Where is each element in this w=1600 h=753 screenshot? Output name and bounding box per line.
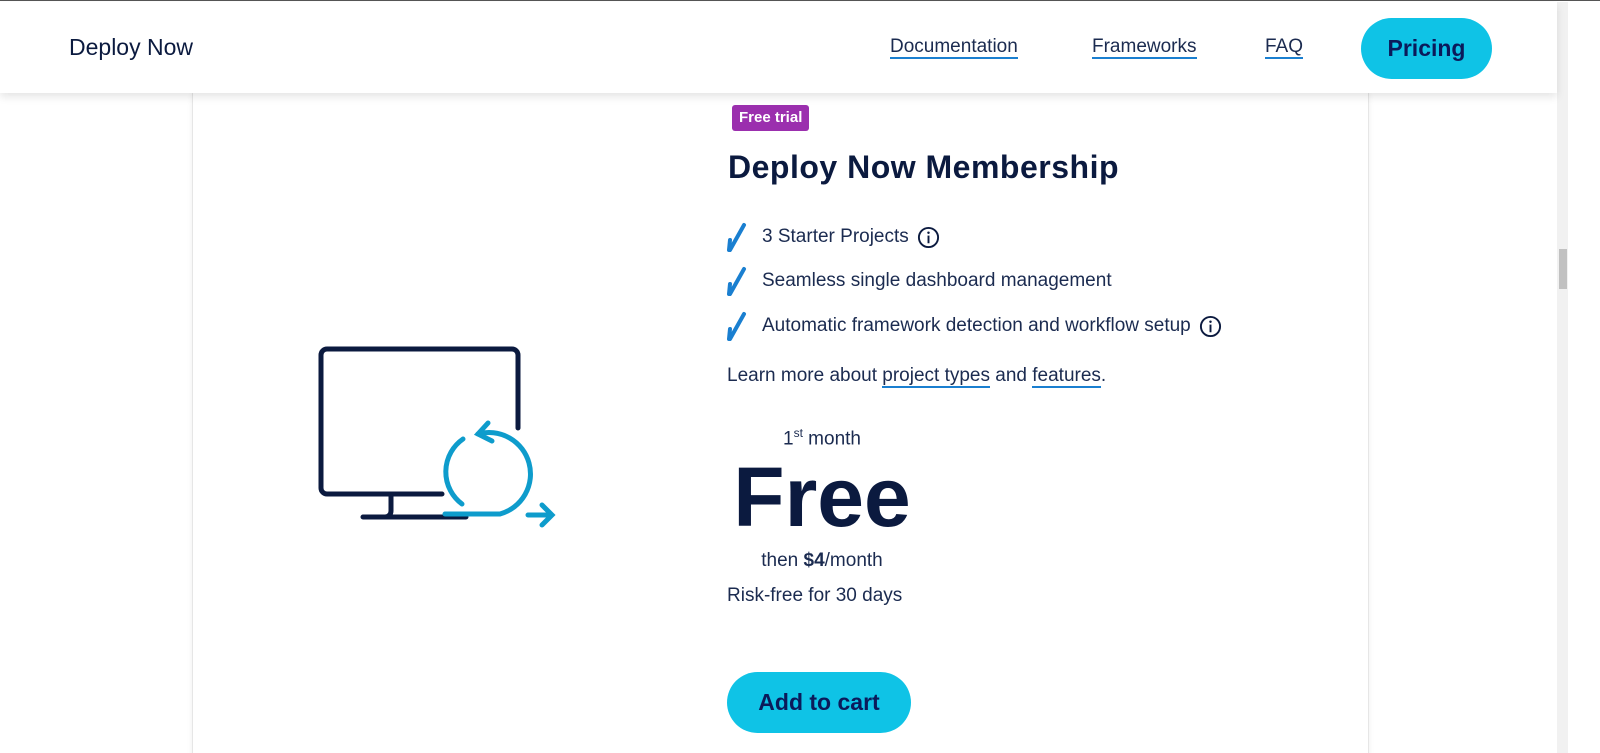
add-to-cart-button[interactable]: Add to cart <box>727 672 911 733</box>
pricing-button[interactable]: Pricing <box>1361 18 1492 79</box>
project-types-link[interactable]: project types <box>882 365 990 388</box>
learn-mid: and <box>990 365 1033 386</box>
learn-prefix: Learn more about <box>727 365 883 386</box>
price-period: 1st month <box>727 426 917 450</box>
monitor-deploy-illustration <box>318 346 556 528</box>
period-number: 1 <box>782 428 794 450</box>
feature-label: Seamless single dashboard management <box>762 270 1112 291</box>
price-amount: $4 <box>803 550 825 571</box>
site-header: Deploy Now Documentation Frameworks FAQ … <box>0 2 1557 93</box>
period-word: month <box>802 428 861 450</box>
price-per: /month <box>824 550 883 571</box>
risk-free-text: Risk-free for 30 days <box>727 585 903 606</box>
scrollbar-thumb[interactable] <box>1559 249 1567 289</box>
feature-item: 3 Starter Projects <box>727 222 940 252</box>
window-edge <box>1568 1 1600 753</box>
features-link[interactable]: features <box>1032 365 1101 388</box>
price-main: Free <box>733 450 911 544</box>
price-then: then $4/month <box>727 550 917 572</box>
info-icon[interactable] <box>1199 315 1222 338</box>
feature-item: Seamless single dashboard management <box>727 266 1112 296</box>
period-suffix: st <box>793 426 803 440</box>
check-icon <box>727 223 746 252</box>
check-icon <box>727 267 746 296</box>
info-icon[interactable] <box>917 226 940 249</box>
feature-label: Automatic framework detection and workfl… <box>762 315 1191 336</box>
nav-documentation[interactable]: Documentation <box>890 37 1018 59</box>
free-trial-badge: Free trial <box>732 105 810 131</box>
then-label: then <box>761 550 804 571</box>
logo[interactable]: Deploy Now <box>69 34 193 61</box>
feature-item: Automatic framework detection and workfl… <box>727 311 1222 341</box>
learn-suffix: . <box>1100 365 1107 386</box>
product-title: Deploy Now Membership <box>728 149 1119 185</box>
check-icon <box>727 312 746 341</box>
scrollbar[interactable] <box>1557 2 1568 753</box>
feature-label: 3 Starter Projects <box>762 226 909 247</box>
nav-frameworks[interactable]: Frameworks <box>1092 37 1197 59</box>
nav-faq[interactable]: FAQ <box>1265 37 1304 59</box>
learn-more-text: Learn more about project types and featu… <box>727 365 1107 388</box>
